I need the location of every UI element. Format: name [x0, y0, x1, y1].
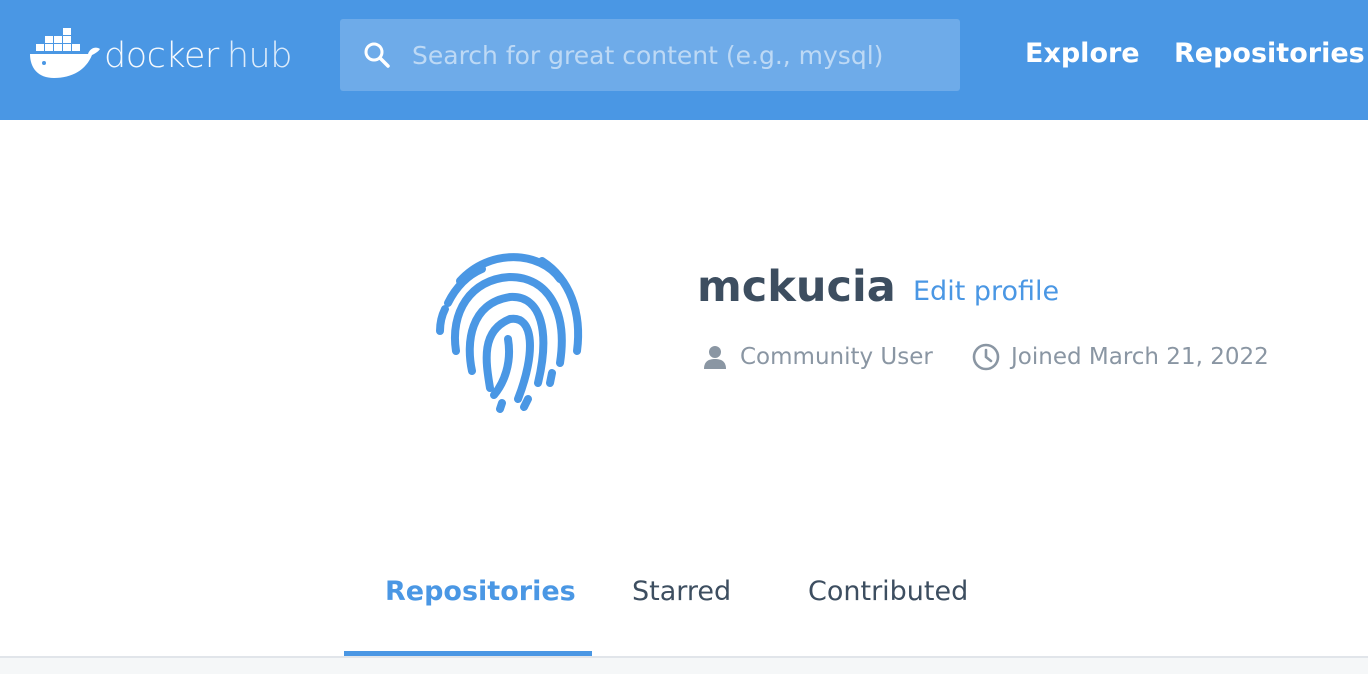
search-bar[interactable]	[340, 19, 960, 91]
user-icon	[704, 346, 726, 369]
nav-explore-link[interactable]: Explore	[1025, 38, 1140, 69]
join-date-label: Joined March 21, 2022	[1011, 344, 1269, 370]
search-input[interactable]	[412, 40, 952, 70]
edit-profile-link[interactable]: Edit profile	[913, 276, 1059, 307]
clock-icon	[972, 343, 1000, 371]
tab-contributed[interactable]: Contributed	[808, 576, 968, 607]
tab-starred[interactable]: Starred	[632, 576, 731, 607]
content-area	[0, 658, 1368, 674]
docker-whale-icon	[30, 28, 100, 78]
join-date: Joined March 21, 2022	[971, 342, 1269, 372]
logo-text: docker hub	[104, 36, 292, 76]
tab-repositories[interactable]: Repositories	[385, 576, 576, 607]
search-icon	[364, 42, 390, 68]
nav-repositories-link[interactable]: Repositories	[1174, 38, 1365, 69]
fingerprint-icon	[436, 253, 583, 413]
user-type-label: Community User	[740, 344, 933, 370]
user-type: Community User	[700, 342, 933, 372]
profile-username: mckucia	[697, 262, 896, 312]
docker-hub-logo[interactable]: docker hub	[28, 26, 292, 82]
top-navigation-bar: dockerhub Explore Repositories	[0, 0, 1368, 120]
